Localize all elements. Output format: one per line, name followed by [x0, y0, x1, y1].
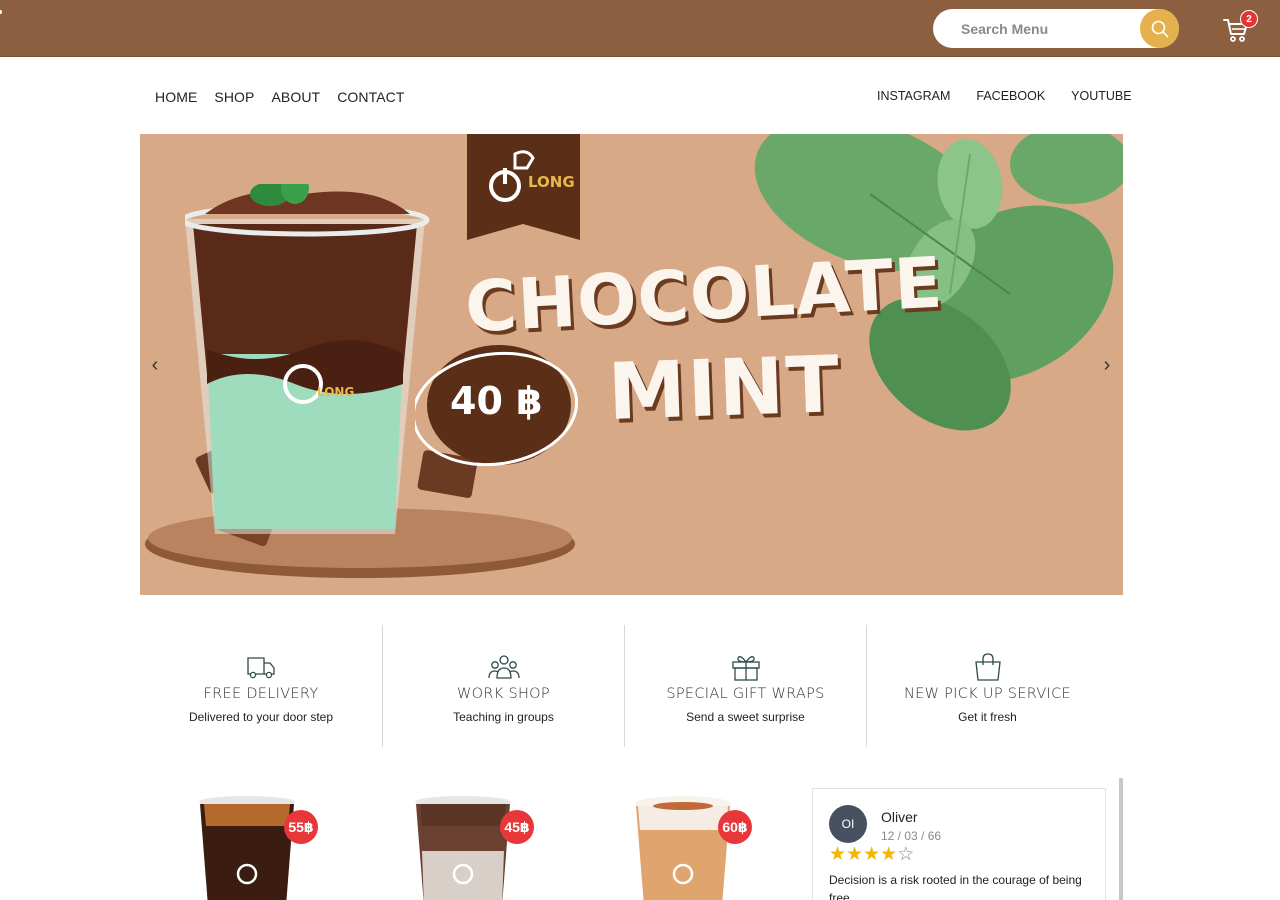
feature-title: WORK SHOP — [457, 686, 550, 702]
search-icon — [1151, 20, 1168, 37]
group-icon — [487, 655, 520, 679]
star-rating: ★★★★☆ — [829, 845, 914, 865]
milk-tea-image — [635, 796, 731, 900]
search-button[interactable] — [1140, 9, 1179, 48]
banner-price: 40 ฿ — [450, 379, 543, 423]
reviewer-name: Oliver — [881, 809, 918, 825]
features-row: FREE DELIVERY Delivered to your door ste… — [140, 625, 1123, 747]
star-empty-icon: ☆ — [897, 844, 915, 865]
feature-gift-wraps: SPECIAL GIFT WRAPS Send a sweet surprise — [624, 625, 866, 747]
product-card[interactable]: 60฿ — [622, 790, 752, 900]
nav-youtube[interactable]: YOUTUBE — [1071, 89, 1131, 103]
feature-free-delivery: FREE DELIVERY Delivered to your door ste… — [140, 625, 382, 747]
hero-banner: LONG LONG 40 ฿ CHOCOLATE MINT ‹ › — [140, 134, 1123, 595]
nav-home[interactable]: HOME — [155, 89, 197, 105]
shopping-bag-icon — [974, 653, 1001, 681]
nav-about[interactable]: ABOUT — [271, 89, 320, 105]
corner-dot — [0, 10, 2, 14]
feature-subtitle: Get it fresh — [958, 710, 1017, 724]
review-text: Decision is a risk rooted in the courage… — [829, 873, 1082, 900]
gift-icon — [731, 656, 760, 681]
feature-subtitle: Teaching in groups — [453, 710, 554, 724]
review-date: 12 / 03 / 66 — [881, 829, 942, 843]
avatar: OI — [829, 805, 867, 843]
nav-contact[interactable]: CONTACT — [337, 89, 404, 105]
product-price-badge: 55฿ — [284, 810, 318, 844]
svg-text:LONG: LONG — [317, 385, 354, 399]
product-price-badge: 60฿ — [718, 810, 752, 844]
feature-subtitle: Send a sweet surprise — [686, 710, 805, 724]
star-filled-icon: ★ — [880, 844, 898, 865]
carousel-prev-button[interactable]: ‹ — [145, 350, 165, 380]
main-nav: HOME SHOP ABOUT CONTACT — [155, 89, 405, 105]
banner-title-line2: MINT — [606, 339, 843, 439]
feature-title: SPECIAL GIFT WRAPS — [666, 686, 825, 702]
product-card[interactable]: 45฿ — [402, 790, 534, 900]
review-scrollbar[interactable] — [1119, 778, 1123, 900]
feature-subtitle: Delivered to your door step — [188, 710, 334, 724]
nav-shop[interactable]: SHOP — [214, 89, 254, 105]
nav-instagram[interactable]: INSTAGRAM — [877, 89, 950, 103]
feature-pick-up-service: NEW PICK UP SERVICE Get it fresh — [866, 625, 1108, 747]
feature-title: FREE DELIVERY — [203, 686, 319, 702]
product-card[interactable]: 55฿ — [186, 790, 318, 900]
review-card: OI Oliver 12 / 03 / 66 ★★★★☆ Decision is… — [812, 788, 1106, 900]
carousel-next-button[interactable]: › — [1097, 350, 1117, 380]
feature-title: NEW PICK UP SERVICE — [903, 686, 1071, 702]
iced-latte-image — [415, 796, 511, 900]
social-nav: INSTAGRAM FACEBOOK YOUTUBE — [877, 89, 1132, 103]
nav-facebook[interactable]: FACEBOOK — [976, 89, 1045, 103]
truck-icon — [247, 657, 275, 679]
star-filled-icon: ★ — [846, 844, 864, 865]
star-filled-icon: ★ — [863, 844, 881, 865]
iced-black-coffee-image — [199, 796, 295, 900]
cart-count-badge: 2 — [1240, 10, 1258, 28]
star-filled-icon: ★ — [829, 844, 847, 865]
logo-text: LONG — [528, 173, 575, 191]
chocolate-mint-cup-image: LONG — [185, 184, 430, 534]
brand-logo — [467, 134, 580, 240]
search-input[interactable] — [933, 9, 1143, 48]
product-price-badge: 45฿ — [500, 810, 534, 844]
feature-work-shop: WORK SHOP Teaching in groups — [382, 625, 624, 747]
